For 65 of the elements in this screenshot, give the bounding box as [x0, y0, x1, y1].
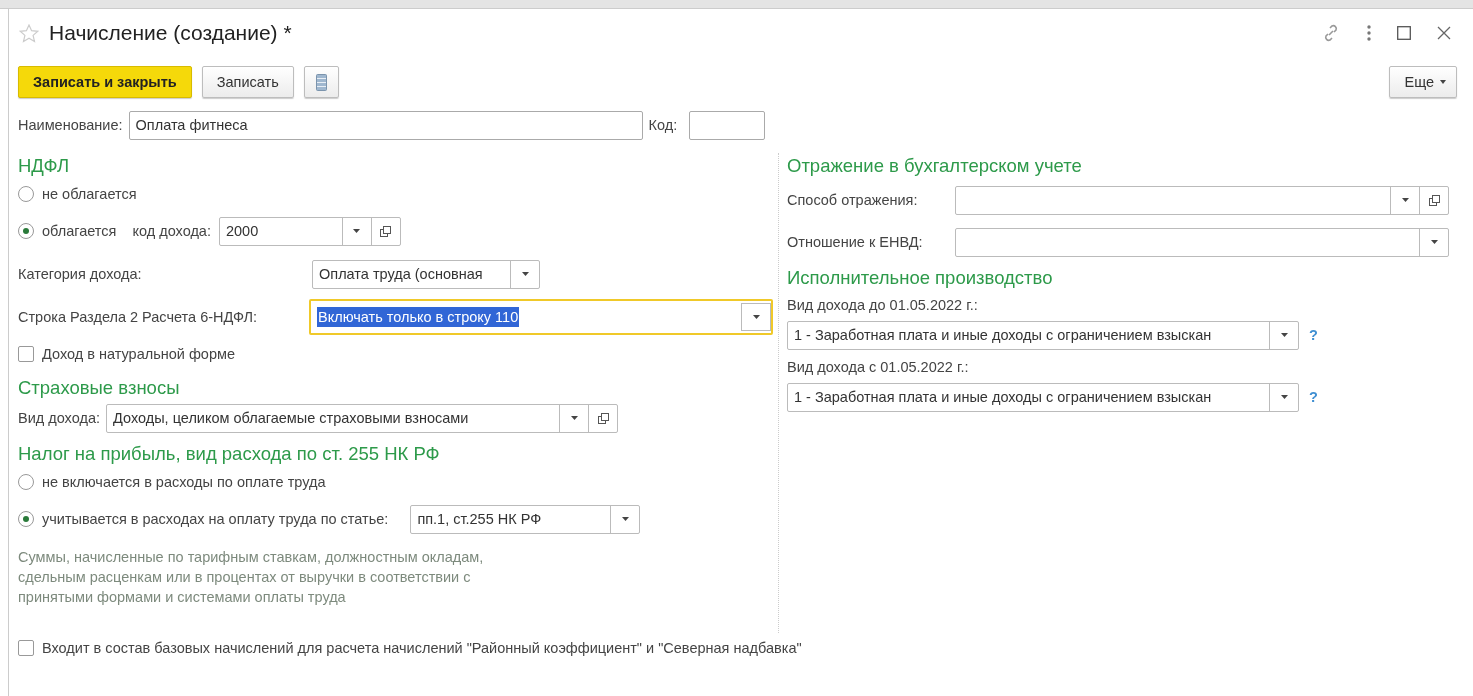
caret-icon: [1280, 333, 1288, 337]
save-and-close-button[interactable]: Записать и закрыть: [18, 66, 192, 98]
caret-icon: [1430, 240, 1438, 244]
dropdown-button[interactable]: [741, 303, 771, 331]
field-label: Отношение к ЕНВД:: [787, 234, 924, 250]
radio-button[interactable]: [18, 223, 34, 239]
document-button[interactable]: [303, 66, 339, 98]
field-label: Строка Раздела 2 Расчета 6-НДФЛ:: [18, 309, 259, 325]
select-field[interactable]: пп.1, ст.255 НК РФ: [410, 504, 641, 534]
checkbox-label[interactable]: Доход в натуральной форме: [42, 346, 236, 362]
radio-button[interactable]: [18, 186, 34, 202]
text-field[interactable]: Оплата фитнеса: [128, 110, 643, 140]
section-title: Отражение в бухгалтерском учете: [787, 154, 1083, 178]
caret-icon: [570, 416, 578, 420]
close-icon[interactable]: [1437, 26, 1451, 40]
select-field[interactable]: Оплата труда (основная: [312, 259, 540, 289]
more-button[interactable]: Еще: [1389, 66, 1457, 98]
section-title: Исполнительное производство: [787, 266, 1054, 290]
help-link[interactable]: ?: [1309, 389, 1318, 405]
text-field[interactable]: [689, 110, 766, 140]
field-label: Категория дохода:: [18, 266, 143, 282]
section-title: Страховые взносы: [18, 376, 181, 400]
select-field[interactable]: Включать только в строку 110: [309, 299, 773, 335]
open-window-icon: [597, 412, 609, 424]
radio-label[interactable]: учитывается в расходах на оплату труда по статье:: [42, 511, 389, 527]
field-label: Наименование:: [18, 117, 123, 133]
select-field[interactable]: Доходы, целиком облагаемые страховыми взносами: [106, 403, 618, 433]
open-window-icon: [1428, 194, 1440, 206]
radio-label[interactable]: не облагается: [42, 186, 137, 202]
caret-icon: [1280, 395, 1288, 399]
field-label: Вид дохода:: [18, 410, 100, 426]
select-field[interactable]: 2000: [218, 216, 401, 246]
caret-icon: [353, 229, 361, 233]
save-button[interactable]: Записать: [201, 66, 294, 98]
star-icon[interactable]: [19, 23, 39, 43]
caret-icon: [621, 517, 629, 521]
radio-button[interactable]: [18, 511, 34, 527]
radio-label[interactable]: не включается в расходы по оплате труда: [42, 474, 326, 490]
field-label: код дохода:: [132, 223, 211, 239]
section-title: НДФЛ: [18, 154, 71, 178]
maximize-icon[interactable]: [1397, 26, 1411, 40]
section-title: Налог на прибыль, вид расхода по ст. 255 НК РФ: [18, 442, 441, 466]
caret-icon: [752, 315, 760, 319]
caret-icon: [521, 272, 529, 276]
select-field[interactable]: [955, 185, 1449, 215]
checkbox[interactable]: [18, 346, 34, 362]
select-field[interactable]: 1 - Заработная плата и иные доходы с ограничением взыскан: [787, 382, 1299, 412]
radio-label[interactable]: облагается: [42, 223, 117, 239]
checkbox-label[interactable]: Входит в состав базовых начислений для расчета начислений "Районный коэффициент" и "Северная надбавка": [42, 640, 802, 656]
radio-button[interactable]: [18, 474, 34, 490]
field-label: Способ отражения:: [787, 192, 919, 208]
help-link[interactable]: ?: [1309, 327, 1318, 343]
field-label: Вид дохода до 01.05.2022 г.:: [787, 297, 979, 315]
field-label: Код:: [648, 117, 678, 133]
field-label: Вид дохода с 01.05.2022 г.:: [787, 359, 970, 377]
more-icon[interactable]: [1367, 25, 1371, 41]
caret-icon: [1440, 80, 1446, 84]
checkbox[interactable]: [18, 640, 34, 656]
open-window-icon: [380, 225, 392, 237]
caret-icon: [1401, 198, 1409, 202]
hint-text: Суммы, начисленные по тарифным ставкам, должностным окладам, сдельным расценкам или в процентах от выручки в соответствии с принятыми формами и системами оплаты труда: [18, 548, 485, 607]
select-field[interactable]: 1 - Заработная плата и иные доходы с ограничением взыскан: [787, 320, 1299, 350]
list-icon: [315, 73, 327, 91]
window-title: Начисление (создание) *: [49, 21, 292, 45]
select-field[interactable]: [955, 227, 1449, 257]
